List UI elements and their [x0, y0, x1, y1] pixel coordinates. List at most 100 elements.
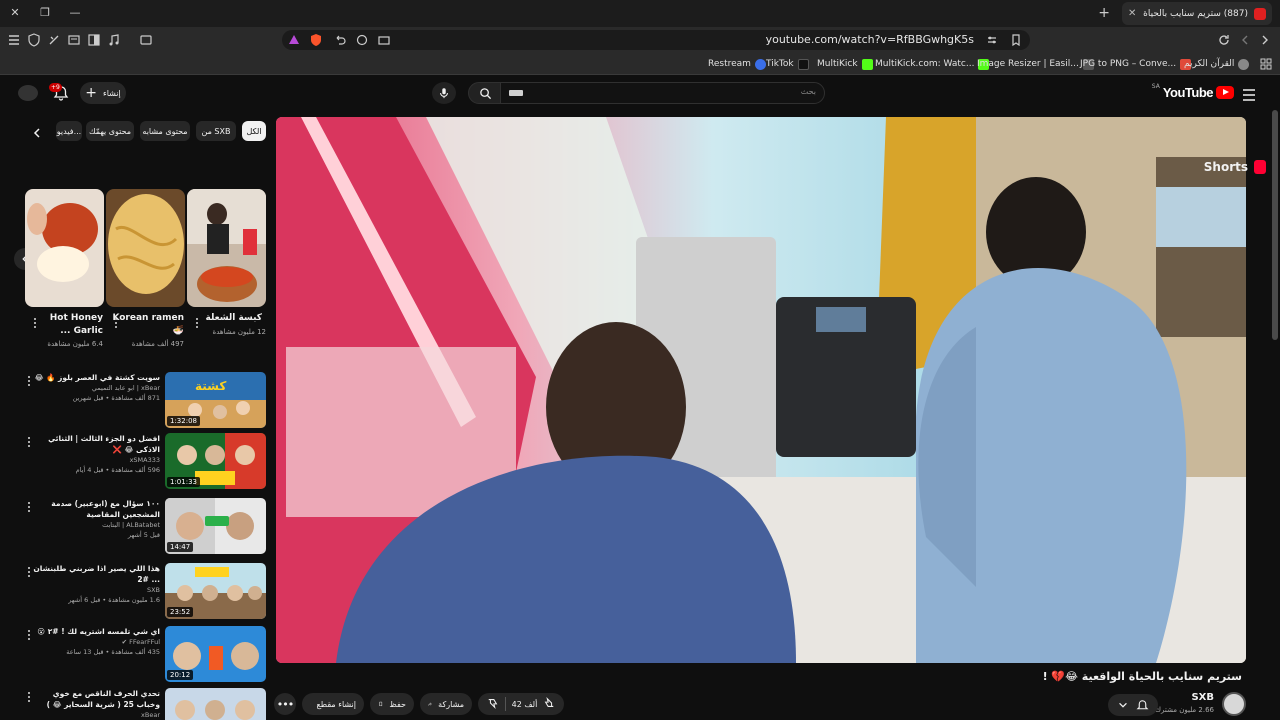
- bookmark-multikick-watch[interactable]: MultiKick.com: Watc...: [875, 57, 990, 71]
- short-thumbnail[interactable]: [187, 189, 266, 307]
- short-views: 6.4 مليون مشاهدة: [47, 340, 103, 348]
- list-item[interactable]: 23:52 هذا اللي يصير اذا ضربني طلبنشان ..…: [20, 563, 266, 621]
- chip-recommended[interactable]: محتوى يهمّك: [86, 121, 134, 141]
- short-title[interactable]: Korean ramen 🍜: [112, 312, 184, 338]
- channel-name[interactable]: xBear: [32, 710, 160, 720]
- short-menu-icon[interactable]: [32, 316, 38, 330]
- item-menu-icon[interactable]: [26, 500, 32, 514]
- bookmark-multikick[interactable]: MultiKick: [817, 57, 873, 71]
- channel-name[interactable]: xSMA333: [32, 455, 160, 465]
- short-thumbnail[interactable]: [25, 189, 104, 307]
- keyboard-icon[interactable]: [509, 90, 523, 96]
- video-thumbnail[interactable]: [165, 688, 266, 720]
- shorts-logo-icon: [1254, 160, 1266, 174]
- item-menu-icon[interactable]: [26, 435, 32, 449]
- like-count[interactable]: 42 ألف: [512, 700, 538, 709]
- brave-rewards-icon[interactable]: [286, 32, 302, 48]
- more-actions-button[interactable]: •••: [274, 693, 296, 715]
- channel-name[interactable]: ALBatabet | البتابت: [32, 520, 160, 530]
- new-tab-button[interactable]: +: [1098, 5, 1110, 21]
- list-item[interactable]: 14:47 ١٠٠ سؤال مع (ابوعبير) صدمة المشجعي…: [20, 498, 266, 556]
- forward-icon[interactable]: [1257, 32, 1273, 48]
- channel-name[interactable]: SXB: [32, 585, 160, 595]
- back-icon[interactable]: [1237, 32, 1253, 48]
- chip-related[interactable]: محتوى مشابه: [140, 121, 190, 141]
- video-title[interactable]: افضل دو الجزء الثالث | الثنائي الاذكى 😂 …: [32, 433, 160, 455]
- screenshot-icon[interactable]: [138, 32, 154, 48]
- video-title[interactable]: اي شي تلمسه اشتريه لك ! #٢ 😮: [32, 626, 160, 637]
- list-item[interactable]: 20:12 اي شي تلمسه اشتريه لك ! #٢ 😮 FFear…: [20, 626, 266, 684]
- video-title[interactable]: سويت كشتة في العصر بلوز 🔥 😂: [32, 372, 160, 383]
- minimize-window-icon[interactable]: —: [66, 5, 84, 21]
- chips-prev-button[interactable]: [30, 125, 44, 139]
- maximize-window-icon[interactable]: ❐: [36, 5, 54, 21]
- video-title[interactable]: تحدي الحرف الناقص مع خوي وخباب 25 ( شرية…: [32, 688, 160, 710]
- brave-shields-icon[interactable]: [308, 32, 324, 48]
- short-title[interactable]: كبسة الشعلة: [190, 312, 263, 325]
- bookmark-jpg-to-png[interactable]: JPG to PNG – Conve...: [1080, 57, 1192, 71]
- video-thumbnail[interactable]: 20:12: [165, 626, 266, 682]
- site-settings-icon[interactable]: [984, 32, 1000, 48]
- dislike-button[interactable]: [487, 697, 499, 711]
- guide-menu-icon[interactable]: [1242, 86, 1256, 101]
- list-item[interactable]: 1:01:33 افضل دو الجزء الثالث | الثنائي ا…: [20, 433, 266, 491]
- video-player[interactable]: [276, 117, 1246, 663]
- short-menu-icon[interactable]: [113, 316, 119, 330]
- chip-all[interactable]: الكل: [242, 121, 266, 141]
- item-menu-icon[interactable]: [26, 374, 32, 388]
- channel-name[interactable]: xBear | ابو عابد التميمي: [32, 383, 160, 393]
- bookmark-restream[interactable]: Restream: [708, 57, 766, 71]
- address-bar[interactable]: youtube.com/watch?v=RfBBGwhgK5s: [282, 30, 1030, 50]
- browser-tab-active[interactable]: (887) ستريم سنايب بالحياة الواقعية ✕: [1122, 2, 1272, 25]
- close-window-icon[interactable]: ✕: [6, 5, 24, 21]
- like-button[interactable]: [543, 697, 555, 711]
- voice-search-button[interactable]: [432, 82, 456, 104]
- video-title[interactable]: ١٠٠ سؤال مع (ابوعبير) صدمة المشجعين المق…: [32, 498, 160, 520]
- item-menu-icon[interactable]: [26, 690, 32, 704]
- share-button[interactable]: مشاركة: [420, 693, 472, 715]
- video-title[interactable]: هذا اللي يصير اذا ضربني طلبنشان ... #2: [32, 563, 160, 585]
- chip-from-channel[interactable]: من SXB: [196, 121, 236, 141]
- extensions-icon[interactable]: [46, 32, 62, 48]
- subscribed-button[interactable]: [1108, 694, 1158, 716]
- list-item[interactable]: تحدي الحرف الناقص مع خوي وخباب 25 ( شرية…: [20, 688, 266, 720]
- channel-avatar[interactable]: [1222, 692, 1246, 716]
- undo-icon[interactable]: [332, 32, 348, 48]
- sidebar-menu-icon[interactable]: [6, 32, 22, 48]
- split-view-icon[interactable]: [86, 32, 102, 48]
- account-avatar[interactable]: [18, 85, 38, 101]
- bookmark-tiktok[interactable]: TikTok: [766, 57, 809, 71]
- video-thumbnail[interactable]: 14:47: [165, 498, 266, 554]
- item-menu-icon[interactable]: [26, 565, 32, 579]
- channel-name[interactable]: SXB: [1191, 692, 1214, 703]
- reload-icon[interactable]: [1216, 32, 1232, 48]
- item-menu-icon[interactable]: [26, 628, 32, 642]
- chip-videos[interactable]: فيديو...: [56, 121, 82, 141]
- page-scrollbar[interactable]: [1272, 110, 1278, 340]
- video-thumbnail[interactable]: 1:01:33: [165, 433, 266, 489]
- music-icon[interactable]: [106, 32, 122, 48]
- search-input[interactable]: بحث: [500, 82, 825, 104]
- chat-icon[interactable]: [354, 32, 370, 48]
- short-menu-icon[interactable]: [194, 316, 200, 330]
- reader-icon[interactable]: [66, 32, 82, 48]
- youtube-logo[interactable]: SA YouTube: [1152, 83, 1234, 100]
- bookmark-label: MultiKick: [817, 59, 858, 69]
- clip-button[interactable]: إنشاء مقطع: [302, 693, 364, 715]
- bookmark-image-resizer[interactable]: Image Resizer | Easil...: [977, 57, 1094, 71]
- channel-name[interactable]: FFearFFul ✔: [32, 637, 160, 647]
- short-thumbnail[interactable]: [106, 189, 185, 307]
- create-button[interactable]: + إنشاء: [80, 82, 126, 104]
- list-item[interactable]: كشتة 1:32:08 سويت كشتة في العصر بلوز 🔥 😂…: [20, 372, 266, 430]
- video-thumbnail[interactable]: 23:52: [165, 563, 266, 619]
- bookmark-quran[interactable]: القرآن الكريم: [1184, 57, 1250, 71]
- shield-icon[interactable]: [26, 32, 42, 48]
- tab-close-icon[interactable]: ✕: [1128, 8, 1136, 19]
- bookmark-icon[interactable]: [1008, 32, 1024, 48]
- all-bookmarks-icon[interactable]: [1258, 56, 1274, 72]
- save-button[interactable]: حفظ: [370, 693, 414, 715]
- cast-icon[interactable]: [376, 32, 392, 48]
- video-thumbnail[interactable]: كشتة 1:32:08: [165, 372, 266, 428]
- short-title[interactable]: Hot Honey Garlic ...: [31, 312, 103, 338]
- search-button[interactable]: [468, 82, 502, 104]
